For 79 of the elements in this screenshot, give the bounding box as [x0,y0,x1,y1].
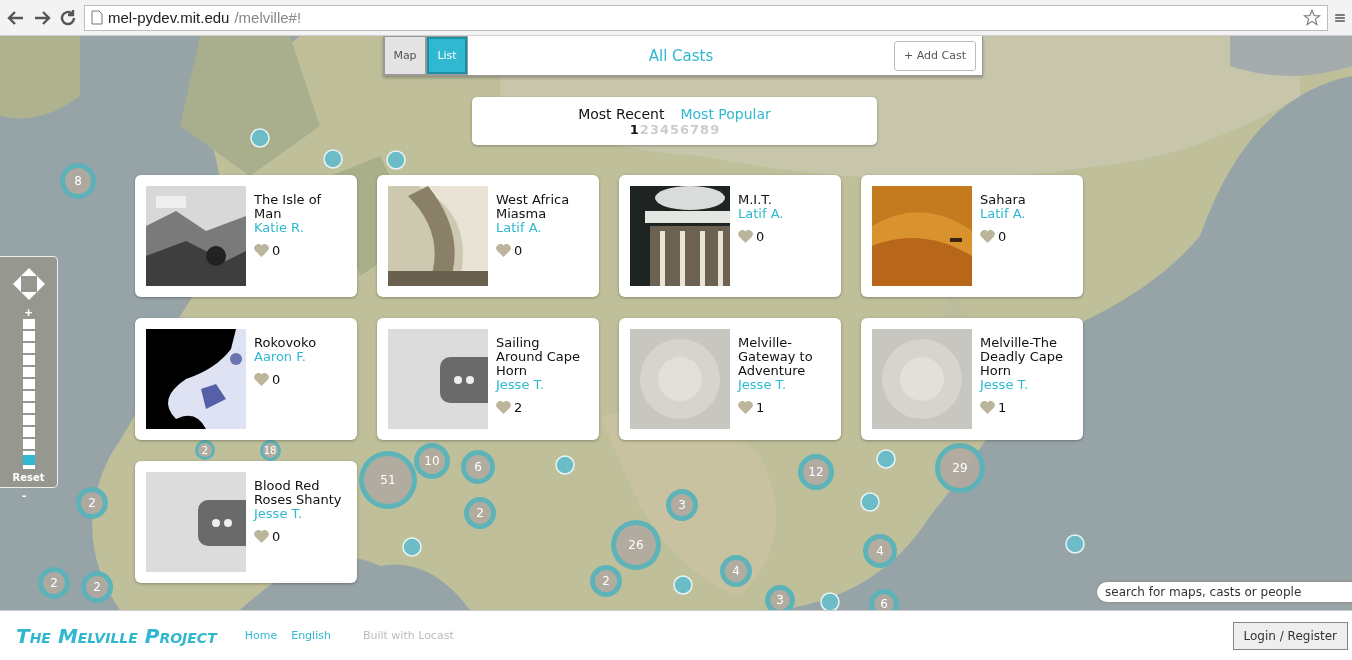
zoom-slider[interactable] [22,319,35,469]
cast-card[interactable]: Sahara Latif A. 0 [861,175,1083,297]
cast-title: Blood Red Roses Shanty [254,479,343,507]
search-field[interactable]: search for maps, casts or people [1095,580,1352,604]
heart-icon[interactable] [496,244,511,257]
cast-title: Sailing Around Cape Horn [496,336,582,378]
star-icon[interactable] [1303,8,1321,27]
marker-dot[interactable] [323,149,343,169]
sort-option[interactable]: Most Recent [578,105,665,122]
cast-card[interactable]: Sailing Around Cape Horn Jesse T. 2 [377,318,599,440]
heart-icon[interactable] [254,244,269,257]
like-count: 1 [998,400,1007,415]
like-count: 0 [272,372,281,387]
cast-author[interactable]: Latif A. [496,221,588,235]
cast-card[interactable]: The Isle of Man Katie R. 0 [135,175,357,297]
view-tab[interactable]: List [426,36,468,75]
cast-card[interactable]: West Africa Miasma Latif A. 0 [377,175,599,297]
zoom-in-button[interactable]: + [24,307,33,319]
cast-author[interactable]: Jesse T. [496,378,588,392]
url-path: /melville#! [234,9,303,26]
like-count: 1 [756,400,765,415]
cast-title: The Isle of Man [254,193,323,221]
like-count: 0 [272,529,281,544]
credit-text: Built with Locast [362,629,455,642]
login-button[interactable]: Login / Register [1232,621,1348,650]
like-count: 0 [998,229,1007,244]
marker-dot[interactable] [876,449,896,469]
reset-button[interactable]: Reset [12,472,45,483]
sort-option[interactable]: Most Popular [680,105,771,122]
heart-icon[interactable] [980,230,995,243]
cast-author[interactable]: Jesse T. [738,378,830,392]
like-count: 0 [514,243,523,258]
address-bar[interactable]: mel-pydev.mit.edu /melville#! [84,4,1328,31]
footer-link[interactable]: Home [244,629,278,642]
cast-title: Rokovoko [254,336,317,350]
marker-dot[interactable] [673,575,693,595]
cast-card[interactable]: M.I.T. Latif A. 0 [619,175,841,297]
like-count: 2 [514,400,523,415]
cast-title: West Africa Miasma [496,193,571,221]
cast-author[interactable]: Latif A. [980,207,1026,221]
footer-link[interactable]: English [291,629,331,642]
cast-title: Melville-The Deadly Cape Horn [980,336,1064,378]
cast-card[interactable]: Melville-Gateway to Adventure Jesse T. 1 [619,318,841,440]
like-count: 0 [756,229,765,244]
add-cast-button[interactable]: + Add Cast [894,40,976,71]
cast-card[interactable]: Melville-The Deadly Cape Horn Jesse T. 1 [861,318,1083,440]
cast-title: Sahara [980,193,1026,207]
heart-icon[interactable] [254,373,269,386]
marker-dot[interactable] [386,150,406,170]
marker-dot[interactable] [1065,534,1085,554]
heart-icon[interactable] [254,530,269,543]
marker-dot[interactable] [402,537,422,557]
url-host: mel-pydev.mit.edu [108,9,230,26]
cast-author[interactable]: Katie R. [254,221,346,235]
cast-card[interactable]: Rokovoko Aaron F. 0 [135,318,357,440]
zoom-out-button[interactable]: - [22,490,27,502]
cast-author[interactable]: Jesse T. [254,507,346,521]
heart-icon[interactable] [980,401,995,414]
cast-title: M.I.T. [738,193,773,207]
view-tab[interactable]: Map [384,36,426,75]
heart-icon[interactable] [496,401,511,414]
page-icon [91,10,103,25]
reload-icon[interactable] [58,7,78,28]
cast-author[interactable]: Jesse T. [980,378,1072,392]
heart-icon[interactable] [738,230,753,243]
heart-icon[interactable] [738,401,753,414]
site-logo[interactable]: The Melville Project [16,623,217,648]
page-link[interactable]: 1 [629,121,639,137]
cast-title: Melville-Gateway to Adventure [738,336,814,378]
like-count: 0 [272,243,281,258]
zoom-handle[interactable] [22,454,35,465]
marker-dot[interactable] [250,128,270,148]
pan-arrows-icon[interactable] [11,267,46,301]
page-title: All Casts [647,46,715,65]
marker-dot[interactable] [860,492,880,512]
cast-author[interactable]: Aaron F. [254,350,317,364]
cast-author[interactable]: Latif A. [738,207,784,221]
marker-dot[interactable] [555,455,575,475]
cast-card[interactable]: Blood Red Roses Shanty Jesse T. 0 [135,461,357,583]
